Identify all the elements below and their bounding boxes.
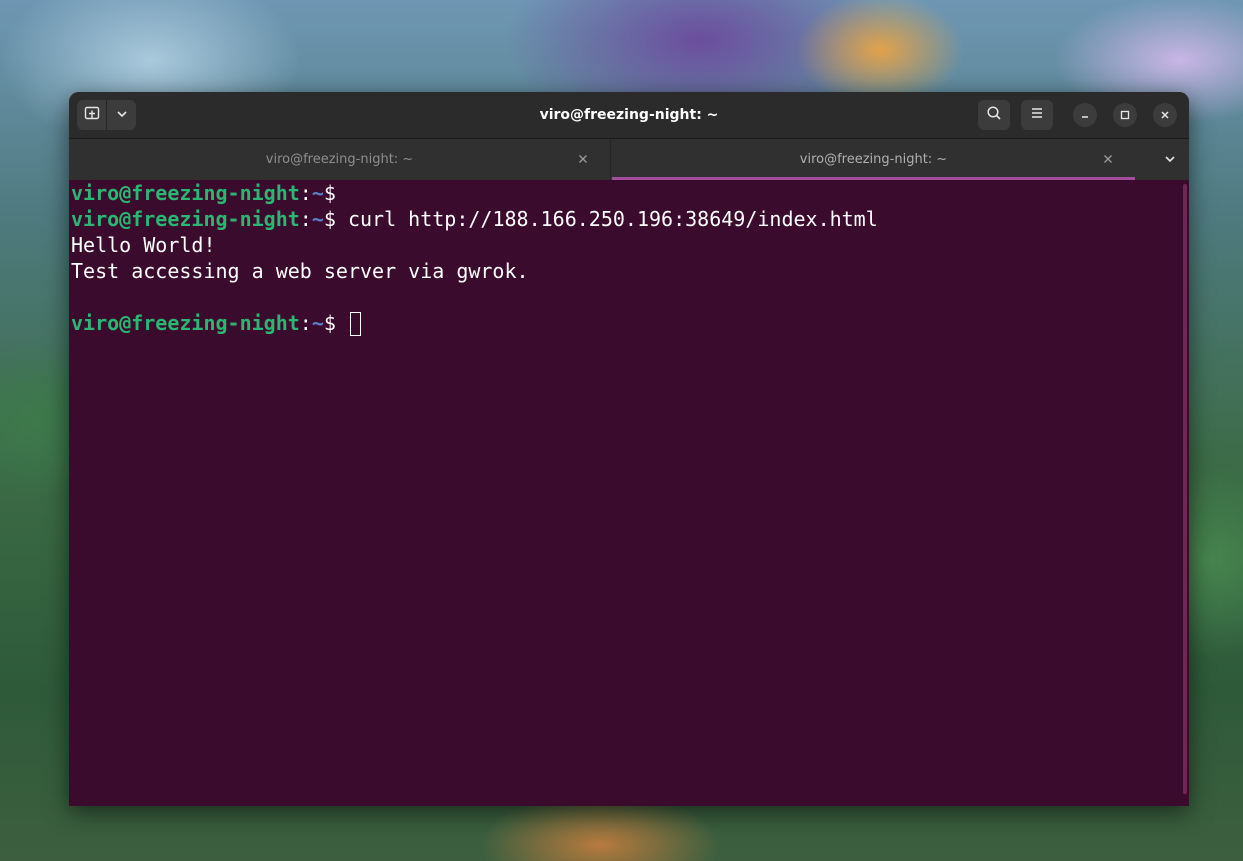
tab-close-button[interactable] [1099,150,1117,168]
prompt-colon: : [299,181,312,205]
search-button[interactable] [978,100,1010,130]
prompt-path: ~ [311,207,324,231]
prompt-colon: : [299,311,312,335]
prompt-path: ~ [311,181,324,205]
tab-label: viro@freezing-night: ~ [265,152,414,167]
prompt-user: viro@freezing-night [71,311,300,335]
tab-divider [610,139,611,180]
tab-bar: viro@freezing-night: ~ viro@freezing-nig… [69,139,1189,180]
tab-close-button[interactable] [574,150,592,168]
terminal-line: viro@freezing-night:~$ curl http://188.1… [71,206,1181,232]
new-tab-button[interactable] [77,100,106,130]
close-icon [1104,155,1112,163]
tabs-overview-button[interactable] [1159,149,1181,171]
prompt-user: viro@freezing-night [71,207,300,231]
output-line: Hello World! [71,233,216,257]
menu-button[interactable] [1021,100,1053,130]
prompt-symbol: $ [323,181,336,205]
output-line: Test accessing a web server via gwrok. [71,259,529,283]
chevron-down-icon [115,106,129,125]
scrollbar[interactable] [1181,180,1189,806]
prompt-path: ~ [311,311,324,335]
new-tab-dropdown-button[interactable] [107,100,136,130]
tab-label: viro@freezing-night: ~ [799,152,948,167]
tab-1[interactable]: viro@freezing-night: ~ [69,139,610,180]
command-text: curl http://188.166.250.196:38649/index.… [335,207,878,231]
hamburger-menu-icon [1029,105,1045,125]
prompt-symbol: $ [323,207,336,231]
close-icon [579,155,587,163]
header-bar: viro@freezing-night: ~ [69,92,1189,139]
text-cursor [349,311,361,336]
minimize-icon [1079,106,1091,125]
maximize-button[interactable] [1113,103,1137,127]
terminal-line: viro@freezing-night:~$ [71,180,1181,206]
close-icon [1159,106,1171,125]
new-tab-button-group [77,100,136,130]
prompt-colon: : [299,207,312,231]
new-tab-icon [84,105,100,125]
close-button[interactable] [1153,103,1177,127]
prompt-user: viro@freezing-night [71,181,300,205]
maximize-icon [1119,106,1131,125]
terminal-window: viro@freezing-night: ~ viro@freezing-nig… [69,92,1189,806]
tab-2[interactable]: viro@freezing-night: ~ [612,139,1135,180]
scrollbar-thumb[interactable] [1183,184,1187,794]
chevron-down-icon [1163,151,1177,170]
minimize-button[interactable] [1073,103,1097,127]
terminal-output[interactable]: viro@freezing-night:~$ viro@freezing-nig… [69,180,1181,806]
prompt-symbol: $ [323,311,336,335]
command-text [336,311,348,335]
search-icon [986,105,1002,125]
terminal-line: viro@freezing-night:~$ [71,310,1181,336]
